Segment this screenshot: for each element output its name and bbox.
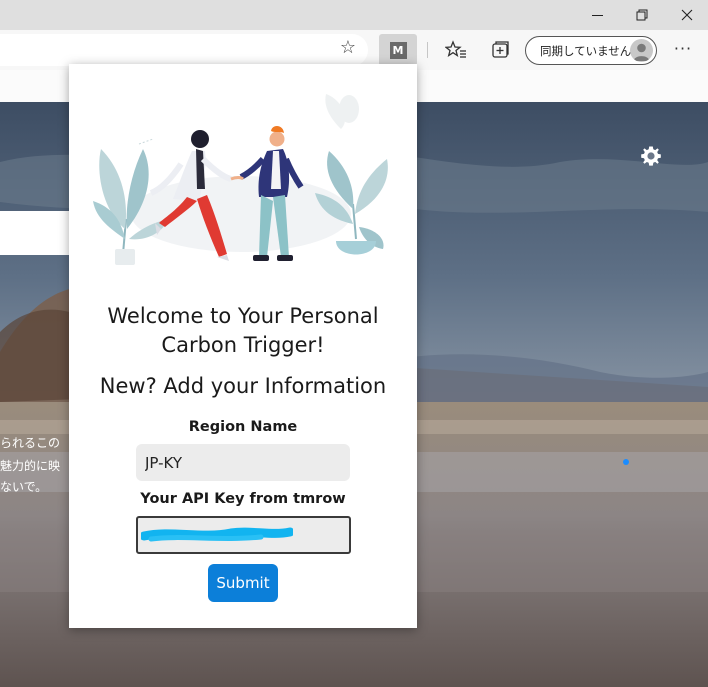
background-text-line: 魅力的に映 <box>0 459 61 473</box>
background-page-card <box>0 211 69 255</box>
close-icon <box>681 9 693 21</box>
api-key-label: Your API Key from tmrow <box>140 491 346 507</box>
favorite-star-icon[interactable]: ☆ <box>338 38 358 58</box>
title-bar <box>0 0 708 30</box>
region-name-input[interactable] <box>136 444 350 481</box>
welcome-heading-line: Carbon Trigger! <box>161 333 325 357</box>
welcome-heading-line: Welcome to Your Personal <box>107 304 379 328</box>
background-text-line: られるこの <box>0 436 61 450</box>
extension-button[interactable]: M <box>379 34 417 66</box>
region-name-label: Region Name <box>188 419 298 435</box>
restore-icon <box>636 9 648 21</box>
sync-status-label: 同期していません <box>540 44 632 58</box>
settings-gear-icon[interactable] <box>639 144 663 168</box>
collections-icon[interactable] <box>489 39 511 61</box>
restore-button[interactable] <box>619 0 665 30</box>
redaction-scribble <box>141 527 293 542</box>
profile-avatar-icon <box>630 39 653 62</box>
submit-button[interactable]: Submit <box>208 564 278 602</box>
sync-status-button[interactable]: 同期していません <box>525 36 657 65</box>
welcome-heading: Welcome to Your Personal Carbon Trigger! <box>69 302 417 360</box>
close-button[interactable] <box>664 0 708 30</box>
add-information-heading: New? Add your Information <box>99 374 387 398</box>
minimize-icon <box>591 14 603 16</box>
extension-popup: Welcome to Your Personal Carbon Trigger!… <box>69 64 417 628</box>
background-text-line: ないで。 <box>0 480 48 494</box>
more-options-icon[interactable]: ··· <box>672 38 694 60</box>
extension-m-icon: M <box>389 41 407 59</box>
toolbar-divider <box>427 42 428 58</box>
minimize-button[interactable] <box>574 0 620 30</box>
address-bar[interactable] <box>0 34 368 66</box>
indicator-dot <box>623 459 629 465</box>
people-with-plants-illustration <box>93 94 388 265</box>
favorites-icon[interactable] <box>445 39 467 61</box>
